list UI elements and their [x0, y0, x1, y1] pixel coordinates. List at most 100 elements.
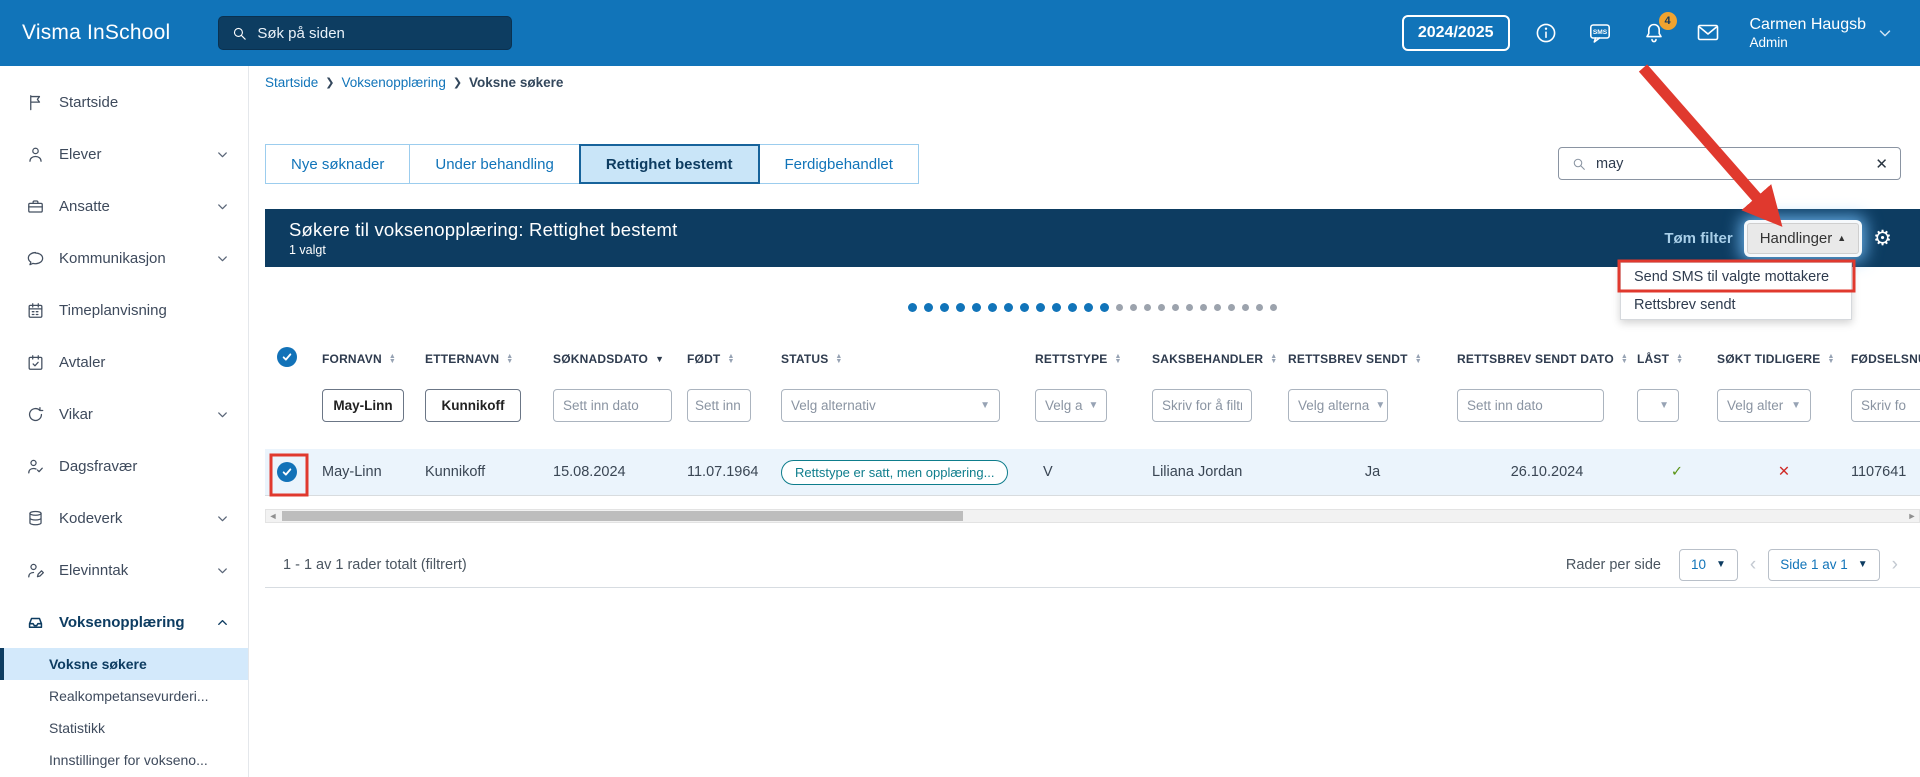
carousel-dot[interactable]	[1068, 303, 1077, 312]
carousel-dot[interactable]	[1084, 303, 1093, 312]
sidebar-item-ansatte[interactable]: Ansatte	[0, 180, 248, 232]
carousel-dot[interactable]	[1100, 303, 1109, 312]
tab-under-behandling[interactable]: Under behandling	[409, 144, 580, 184]
carousel-dot[interactable]	[1186, 304, 1193, 311]
carousel-dot[interactable]	[1004, 303, 1013, 312]
scroll-right-icon[interactable]: ►	[1906, 510, 1918, 522]
breadcrumb-startside[interactable]: Startside	[265, 75, 318, 90]
carousel-dot[interactable]	[1036, 303, 1045, 312]
carousel-dot[interactable]	[1228, 304, 1235, 311]
filter-status-select[interactable]: Velg alternativ ▼	[781, 389, 1000, 422]
carousel-dot[interactable]	[1270, 304, 1277, 311]
tab-nye-soknader[interactable]: Nye søknader	[265, 144, 411, 184]
clear-filter-button[interactable]: Tøm filter	[1664, 230, 1732, 247]
global-search-input[interactable]	[257, 24, 478, 42]
filter-rettsbrev-dato-input[interactable]	[1457, 389, 1604, 422]
column-header-rettsbrev-sendt-dato[interactable]: RETTSBREV SENDT DATO ▲ ▼	[1457, 347, 1637, 371]
carousel-dot[interactable]	[1172, 304, 1179, 311]
filter-last-select[interactable]: ▼	[1637, 389, 1679, 422]
column-header-sokt-tidligere[interactable]: SØKT TIDLIGERE ▲ ▼	[1717, 347, 1851, 371]
filter-sokt-tidligere-select[interactable]: Velg alter ▼	[1717, 389, 1811, 422]
sort-icon[interactable]: ▲ ▼	[1676, 353, 1683, 366]
sidebar-item-avtaler[interactable]: Avtaler	[0, 336, 248, 388]
sidebar-item-timeplanvisning[interactable]: Timeplanvisning	[0, 284, 248, 336]
rows-per-page-select[interactable]: 10 ▼	[1678, 548, 1738, 581]
sidebar-item-kodeverk[interactable]: Kodeverk	[0, 492, 248, 544]
sort-icon[interactable]: ▲ ▼	[835, 353, 842, 366]
carousel-dot[interactable]	[1052, 303, 1061, 312]
column-header-fodselsnummer[interactable]: FØDSELSNUMMER▲▼	[1851, 347, 1920, 371]
gear-icon[interactable]: ⚙	[1873, 226, 1892, 250]
menu-item-rettsbrev-sendt[interactable]: Rettsbrev sendt	[1621, 291, 1851, 319]
column-header-saksbehandler[interactable]: SAKSBEHANDLER ▲ ▼	[1152, 347, 1288, 371]
sidebar-item-kommunikasjon[interactable]: Kommunikasjon	[0, 232, 248, 284]
filter-etternavn-input[interactable]	[425, 389, 521, 422]
column-header-last[interactable]: LÅST ▲ ▼	[1637, 347, 1717, 371]
sort-icon[interactable]: ▲ ▼	[1415, 353, 1422, 366]
notifications-button[interactable]: 4	[1642, 12, 1677, 45]
sort-desc-icon[interactable]: ▼	[655, 354, 664, 364]
sidebar-item-elevinntak[interactable]: Elevinntak	[0, 544, 248, 596]
table-search-input[interactable]	[1596, 155, 1867, 172]
filter-soknadsdato-input[interactable]	[553, 389, 672, 422]
carousel-dot[interactable]	[1200, 304, 1207, 311]
column-header-fodt[interactable]: FØDT ▲ ▼	[687, 347, 781, 371]
sidebar-subitem-voksne-sokere[interactable]: Voksne søkere	[0, 648, 248, 680]
horizontal-scrollbar[interactable]: ◄ ►	[265, 509, 1920, 523]
filter-rettstype-select[interactable]: Velg a ▼	[1035, 389, 1107, 422]
scrollbar-thumb[interactable]	[282, 511, 963, 521]
column-header-rettstype[interactable]: RETTSTYPE ▲ ▼	[1035, 347, 1152, 371]
info-button[interactable]	[1534, 21, 1558, 45]
sort-icon[interactable]: ▲ ▼	[1827, 353, 1834, 366]
sort-icon[interactable]: ▲ ▼	[389, 353, 396, 366]
next-page-icon[interactable]: ›	[1892, 554, 1898, 576]
sidebar-item-elever[interactable]: Elever	[0, 128, 248, 180]
sort-icon[interactable]: ▲ ▼	[1114, 353, 1121, 366]
breadcrumb-voksenopplaering[interactable]: Voksenopplæring	[342, 75, 446, 90]
tab-ferdigbehandlet[interactable]: Ferdigbehandlet	[758, 144, 919, 184]
previous-page-icon[interactable]: ‹	[1750, 554, 1756, 576]
menu-item-send-sms[interactable]: Send SMS til valgte mottakere	[1621, 263, 1851, 291]
column-header-soknadsdato[interactable]: SØKNADSDATO ▼	[553, 347, 687, 371]
column-header-status[interactable]: STATUS ▲ ▼	[781, 347, 1035, 371]
carousel-dot[interactable]	[972, 303, 981, 312]
carousel-dot[interactable]	[908, 303, 917, 312]
app-logo[interactable]: Visma InSchool	[22, 21, 170, 45]
carousel-dot[interactable]	[956, 303, 965, 312]
filter-fodselsnummer-input[interactable]	[1851, 389, 1920, 422]
carousel-dot[interactable]	[1256, 304, 1263, 311]
chevron-down-icon[interactable]	[1876, 24, 1894, 42]
sidebar-subitem-innstillinger[interactable]: Innstillinger for vokseno...	[0, 744, 248, 776]
sidebar-item-vikar[interactable]: Vikar	[0, 388, 248, 440]
school-year-selector[interactable]: 2024/2025	[1401, 15, 1510, 51]
filter-saksbehandler-input[interactable]	[1152, 389, 1252, 422]
table-row[interactable]: May-Linn Kunnikoff 15.08.2024 11.07.1964…	[265, 449, 1920, 496]
sort-icon[interactable]: ▲ ▼	[727, 353, 734, 366]
carousel-dot[interactable]	[924, 303, 933, 312]
carousel-dot[interactable]	[1214, 304, 1221, 311]
table-search[interactable]: ✕	[1558, 147, 1901, 180]
sort-icon[interactable]: ▲ ▼	[1270, 353, 1277, 366]
carousel-dot[interactable]	[1020, 303, 1029, 312]
column-header-fornavn[interactable]: FORNAVN ▲ ▼	[322, 347, 425, 371]
sidebar-subitem-realkompetansevurdering[interactable]: Realkompetansevurderi...	[0, 680, 248, 712]
tab-rettighet-bestemt[interactable]: Rettighet bestemt	[578, 144, 760, 184]
carousel-dot[interactable]	[1130, 304, 1137, 311]
messages-button[interactable]	[1696, 21, 1720, 45]
sidebar-item-startside[interactable]: Startside	[0, 76, 248, 128]
column-header-rettsbrev-sendt[interactable]: RETTSBREV SENDT ▲ ▼	[1288, 347, 1457, 371]
filter-fodt-input[interactable]	[687, 389, 751, 422]
global-search[interactable]	[218, 16, 513, 50]
carousel-dot[interactable]	[940, 303, 949, 312]
column-header-etternavn[interactable]: ETTERNAVN ▲ ▼	[425, 347, 553, 371]
carousel-dot[interactable]	[1144, 304, 1151, 311]
sidebar-item-voksenopplaering[interactable]: Voksenopplæring	[0, 596, 248, 648]
actions-button[interactable]: Handlinger ▲	[1746, 222, 1860, 254]
carousel-dot[interactable]	[1158, 304, 1165, 311]
scroll-left-icon[interactable]: ◄	[267, 510, 279, 522]
user-menu[interactable]: Carmen Haugsb Admin	[1750, 15, 1867, 52]
carousel-dot[interactable]	[1242, 304, 1249, 311]
clear-search-icon[interactable]: ✕	[1875, 155, 1888, 173]
carousel-dot[interactable]	[1116, 304, 1123, 311]
sort-icon[interactable]: ▲ ▼	[1621, 353, 1628, 366]
